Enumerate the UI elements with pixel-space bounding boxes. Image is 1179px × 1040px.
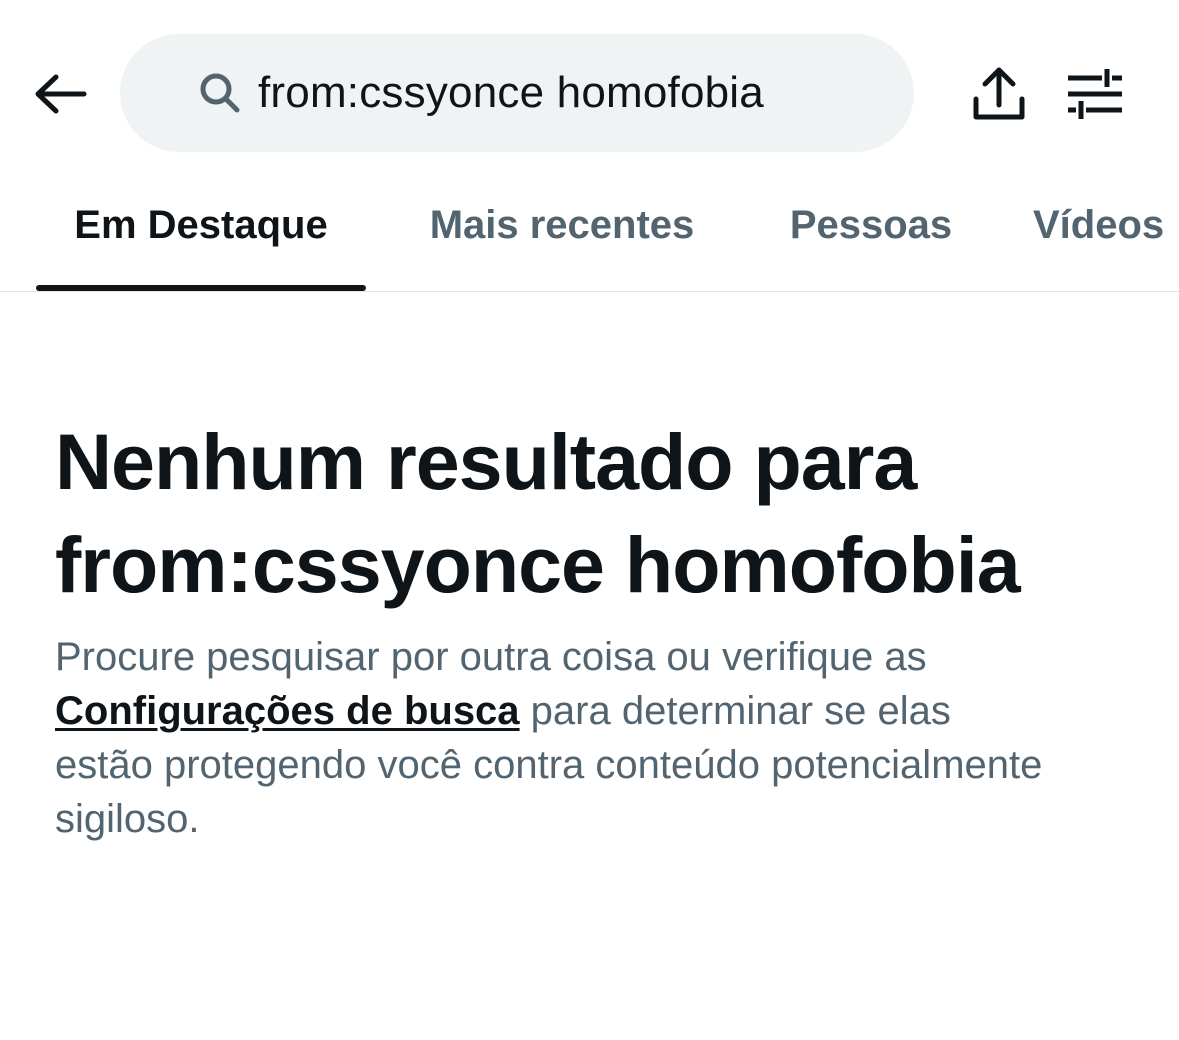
share-upload-icon	[973, 67, 1025, 120]
empty-state-title: Nenhum resultado para from:cssyonce homo…	[55, 410, 1145, 616]
search-bar[interactable]: from:cssyonce homofobia	[120, 34, 914, 152]
active-tab-indicator	[36, 285, 366, 291]
filter-sliders-icon	[1068, 69, 1122, 119]
search-icon	[198, 71, 242, 115]
empty-state-description: Procure pesquisar por outra coisa ou ver…	[55, 630, 1055, 846]
empty-state: Nenhum resultado para from:cssyonce homo…	[55, 410, 1145, 846]
tab-label: Pessoas	[789, 202, 953, 247]
tab-videos[interactable]: Vídeos	[1033, 180, 1179, 291]
tab-pessoas[interactable]: Pessoas	[760, 180, 982, 291]
search-filters-button[interactable]	[1062, 62, 1128, 126]
search-settings-link[interactable]: Configurações de busca	[55, 689, 520, 733]
share-button[interactable]	[966, 62, 1032, 126]
description-text: Procure pesquisar por outra coisa ou ver…	[55, 635, 927, 679]
search-query[interactable]: from:cssyonce homofobia	[258, 68, 764, 118]
search-tabs: Em Destaque Mais recentes Pessoas Vídeos	[0, 180, 1179, 292]
search-results-page: from:cssyonce homofobia Em Destaque Mais…	[0, 0, 1179, 1040]
tab-label: Em Destaque	[74, 202, 328, 247]
search-header: from:cssyonce homofobia	[0, 0, 1179, 180]
tab-mais-recentes[interactable]: Mais recentes	[395, 180, 729, 291]
tab-em-destaque[interactable]: Em Destaque	[36, 180, 366, 291]
empty-state-title-query: from:cssyonce homofobia	[55, 520, 1021, 609]
back-button[interactable]	[30, 66, 90, 122]
empty-state-title-line: Nenhum resultado para	[55, 417, 917, 506]
tab-label: Vídeos	[1033, 202, 1165, 247]
tab-label: Mais recentes	[429, 202, 695, 247]
arrow-left-icon	[35, 74, 87, 114]
